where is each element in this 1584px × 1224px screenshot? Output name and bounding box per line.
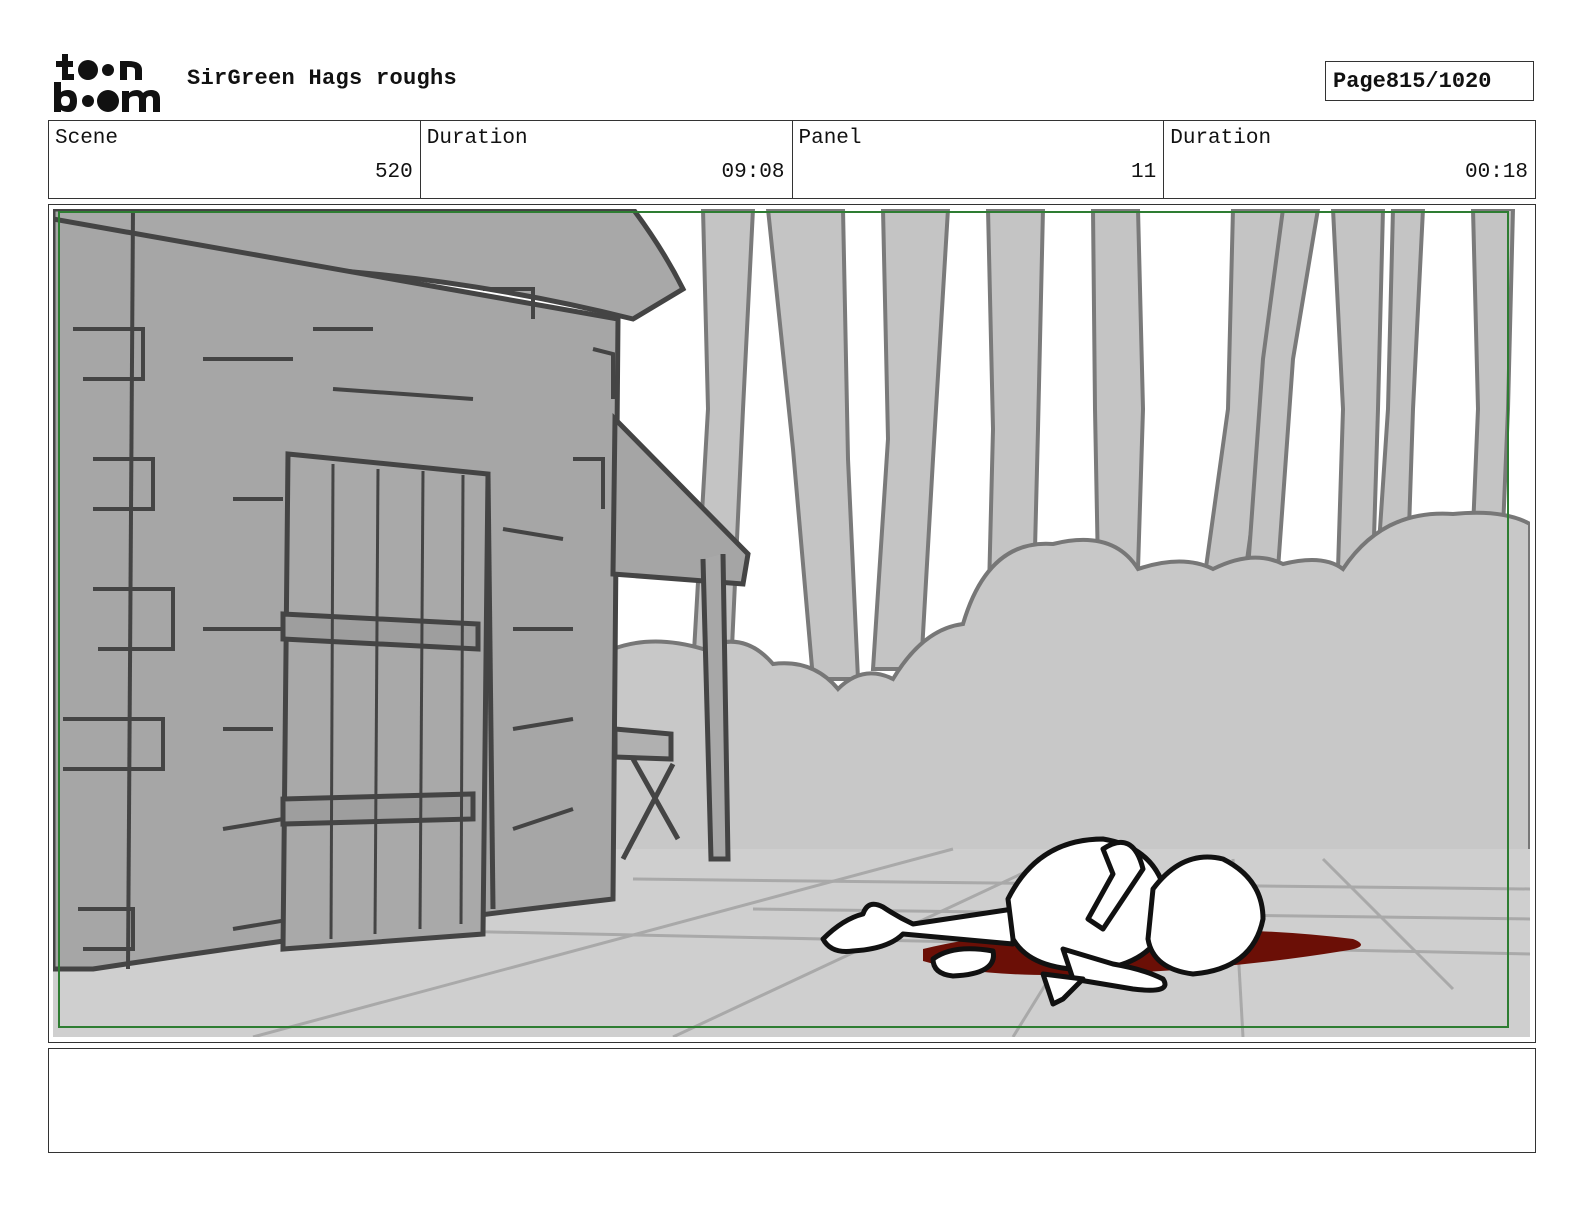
panel-duration-cell: Duration 00:18 xyxy=(1164,121,1535,198)
panel-notes-box[interactable] xyxy=(48,1048,1536,1153)
toon-boom-logo xyxy=(54,54,160,112)
scene-duration-value: 09:08 xyxy=(721,161,785,184)
scene-cell: Scene 520 xyxy=(49,121,421,198)
scene-duration-cell: Duration 09:08 xyxy=(421,121,793,198)
project-title: SirGreen Hags roughs xyxy=(187,66,458,91)
panel-duration-value: 00:18 xyxy=(1464,161,1528,184)
scene-label: Scene xyxy=(55,127,119,150)
scene-info-table: Scene 520 Duration 09:08 Panel 11 Durati… xyxy=(48,120,1536,199)
panel-drawing xyxy=(53,209,1530,1037)
panel-label: Panel xyxy=(798,127,862,150)
page-label: Page xyxy=(1333,68,1386,94)
scene-duration-label: Duration xyxy=(426,127,528,150)
panel-duration-label: Duration xyxy=(1170,127,1272,150)
page-indicator: Page 815/1020 xyxy=(1325,61,1534,101)
panel-value: 11 xyxy=(1131,161,1157,184)
page-number: 815/1020 xyxy=(1385,68,1492,94)
panel-cell: Panel 11 xyxy=(793,121,1165,198)
scene-value: 520 xyxy=(374,161,413,184)
shack-door xyxy=(280,451,496,952)
storyboard-panel xyxy=(48,204,1536,1043)
